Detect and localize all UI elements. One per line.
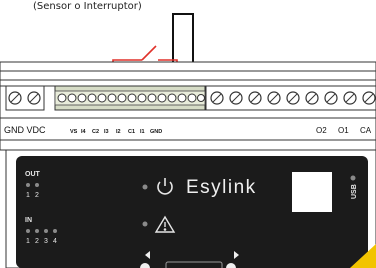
usb-label: USB [351, 184, 358, 199]
svg-text:O1: O1 [338, 126, 349, 135]
svg-text:3: 3 [44, 238, 48, 245]
svg-text:VS: VS [70, 129, 78, 135]
usb-port-icon [292, 172, 332, 212]
out-led-2 [35, 183, 39, 187]
svg-text:GND: GND [150, 129, 162, 135]
power-led [142, 184, 148, 190]
svg-text:I2: I2 [116, 129, 121, 135]
svg-text:CA: CA [360, 126, 372, 135]
out-led-1 [26, 183, 30, 187]
device-diagram: (Sensor o Interruptor) GND VDC VS I4 C2 … [0, 0, 376, 268]
svg-text:1: 1 [26, 238, 30, 245]
svg-text:I3: I3 [104, 129, 109, 135]
usb-led [350, 175, 356, 181]
diagram-canvas: GND VDC VS I4 C2 I3 I2 C1 I1 GND O2 O1 C… [0, 13, 376, 268]
switch-blade [141, 45, 157, 61]
out-label: OUT [25, 171, 41, 178]
warning-led [142, 221, 148, 227]
svg-text:I1: I1 [140, 129, 145, 135]
svg-text:1: 1 [26, 192, 30, 199]
output-labels: O2 O1 CA [316, 126, 372, 135]
power-label: GND VDC [4, 125, 46, 135]
in-label: IN [25, 217, 32, 224]
svg-text:2: 2 [35, 238, 39, 245]
svg-text:C2: C2 [92, 129, 99, 135]
svg-text:4: 4 [53, 238, 57, 245]
brand-logo: Esylink [186, 177, 257, 198]
svg-text:C1: C1 [128, 129, 135, 135]
svg-text:2: 2 [35, 192, 39, 199]
svg-text:O2: O2 [316, 126, 327, 135]
input-terminal-screws [57, 93, 205, 103]
